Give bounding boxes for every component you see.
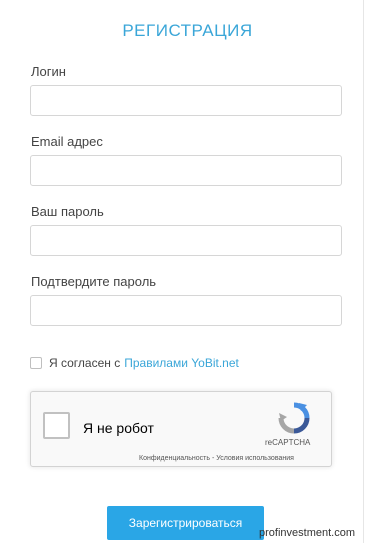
recaptcha-links[interactable]: Конфиденциальность - Условия использован…: [139, 455, 294, 462]
password-input[interactable]: [30, 225, 342, 256]
confirm-password-input[interactable]: [30, 295, 342, 326]
terms-link[interactable]: Правилами YoBit.net: [124, 356, 239, 370]
page-title: РЕГИСТРАЦИЯ: [122, 21, 253, 40]
email-label: Email адрес: [31, 134, 103, 149]
recaptcha-brand: reCAPTCHA: [265, 438, 311, 447]
terms-agreement: Я согласен с Правилами YoBit.net: [30, 355, 239, 371]
confirm-password-label: Подтвердите пароль: [31, 274, 157, 289]
email-input[interactable]: [30, 155, 342, 186]
login-label: Логин: [31, 64, 66, 79]
registration-panel: РЕГИСТРАЦИЯ Логин Email адрес Ваш пароль…: [0, 0, 364, 543]
recaptcha-label: Я не робот: [83, 420, 154, 436]
recaptcha-widget: Я не робот reCAPTCHA Конфиденциальность …: [30, 391, 332, 467]
terms-text: Я согласен с: [49, 356, 121, 370]
recaptcha-checkbox[interactable]: [43, 412, 70, 439]
login-input[interactable]: [30, 85, 342, 116]
password-label: Ваш пароль: [31, 204, 104, 219]
terms-checkbox[interactable]: [30, 357, 42, 369]
register-button[interactable]: Зарегистрироваться: [107, 506, 264, 540]
watermark: profinvestment.com: [259, 527, 355, 539]
recaptcha-logo-icon: [278, 402, 310, 434]
